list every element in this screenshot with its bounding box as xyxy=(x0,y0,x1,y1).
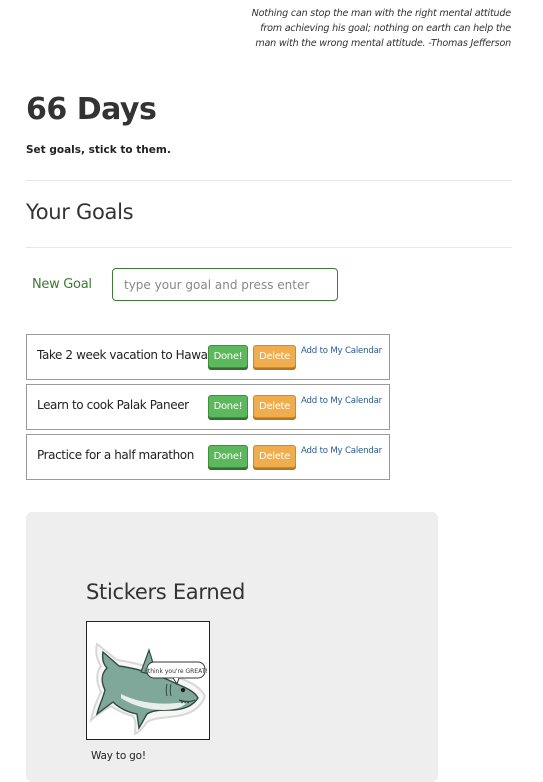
shark-sticker-icon: I think you're GREAT! xyxy=(89,642,208,736)
sticker-bubble-text: I think you're GREAT! xyxy=(144,668,208,675)
done-button[interactable]: Done! xyxy=(208,445,248,468)
sticker-card: I think you're GREAT! xyxy=(86,621,210,740)
delete-button[interactable]: Delete xyxy=(253,345,296,368)
app-tagline: Set goals, stick to them. xyxy=(26,144,171,156)
stickers-title: Stickers Earned xyxy=(86,580,245,604)
goal-text: Practice for a half marathon xyxy=(37,448,194,462)
app-title: 66 Days xyxy=(26,92,157,127)
delete-button[interactable]: Delete xyxy=(253,395,296,418)
goal-item: Learn to cook Palak Paneer Done! Delete … xyxy=(26,384,390,430)
sticker-caption: Way to go! xyxy=(91,750,146,762)
header-quote: Nothing can stop the man with the right … xyxy=(251,8,512,49)
new-goal-input[interactable] xyxy=(112,268,338,301)
goal-item: Take 2 week vacation to Hawaii Done! Del… xyxy=(26,334,390,380)
new-goal-label: New Goal xyxy=(32,277,92,292)
divider xyxy=(26,180,512,181)
delete-button[interactable]: Delete xyxy=(253,445,296,468)
add-to-calendar-link[interactable]: Add to My Calendar xyxy=(301,396,382,406)
done-button[interactable]: Done! xyxy=(208,345,248,368)
done-button[interactable]: Done! xyxy=(208,395,248,418)
goal-item: Practice for a half marathon Done! Delet… xyxy=(26,434,390,480)
add-to-calendar-link[interactable]: Add to My Calendar xyxy=(301,346,382,356)
goal-text: Take 2 week vacation to Hawaii xyxy=(37,348,214,362)
add-to-calendar-link[interactable]: Add to My Calendar xyxy=(301,446,382,456)
goal-text: Learn to cook Palak Paneer xyxy=(37,398,189,412)
goals-section-title: Your Goals xyxy=(26,200,134,224)
divider xyxy=(26,247,512,248)
goal-list: Take 2 week vacation to Hawaii Done! Del… xyxy=(26,334,390,484)
stickers-panel: Stickers Earned I think you're GREAT! Wa… xyxy=(26,512,438,782)
